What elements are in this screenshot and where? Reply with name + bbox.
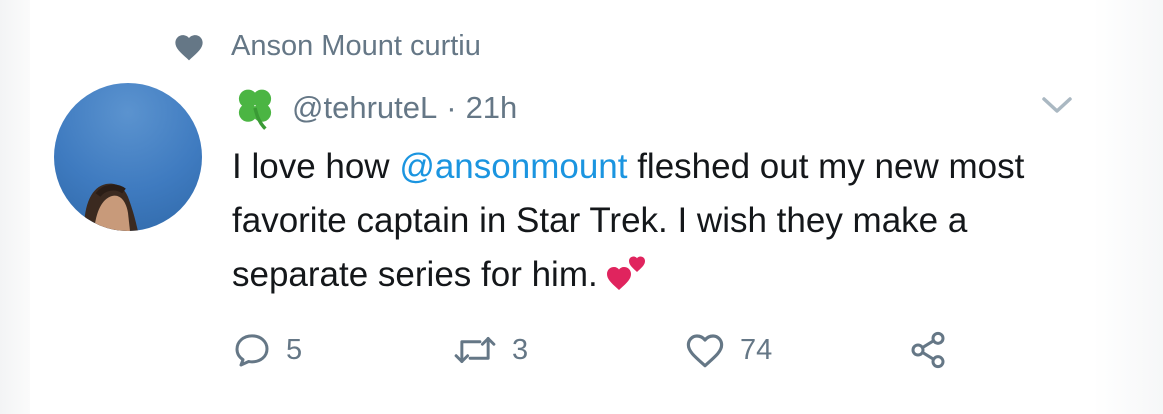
four-leaf-clover-icon bbox=[238, 89, 272, 130]
retweet-icon bbox=[454, 337, 496, 363]
like-heart-icon bbox=[686, 334, 724, 368]
chevron-down-icon[interactable] bbox=[1040, 94, 1074, 116]
author-handle[interactable]: @tehruteL bbox=[292, 90, 437, 126]
share-icon bbox=[911, 331, 945, 369]
share-button[interactable] bbox=[908, 326, 948, 374]
tweet-timestamp[interactable]: 21h bbox=[466, 90, 518, 126]
retweet-count: 3 bbox=[512, 333, 529, 366]
social-context-label: Anson Mount curtiu bbox=[231, 29, 481, 62]
reply-count: 5 bbox=[286, 333, 303, 366]
reply-icon bbox=[235, 334, 269, 367]
tweet-header: @tehruteL · 21h bbox=[232, 84, 517, 132]
two-hearts-emoji bbox=[606, 256, 645, 290]
tweet-text-start: I love how bbox=[232, 147, 400, 186]
tweet-text: I love how @ansonmount fleshed out my ne… bbox=[232, 140, 1092, 302]
background-timeline-right bbox=[1093, 0, 1163, 414]
tweet-actions: 5 3 74 bbox=[232, 326, 992, 374]
social-context: Anson Mount curtiu bbox=[172, 26, 481, 66]
like-button[interactable]: 74 bbox=[684, 326, 772, 374]
reply-button[interactable]: 5 bbox=[232, 326, 302, 374]
retweet-button[interactable]: 3 bbox=[452, 326, 528, 374]
avatar-photo bbox=[84, 183, 138, 231]
separator-dot: · bbox=[446, 90, 457, 125]
mention-link[interactable]: @ansonmount bbox=[399, 147, 627, 186]
avatar[interactable] bbox=[54, 83, 202, 231]
like-count: 74 bbox=[740, 333, 773, 366]
background-timeline-left bbox=[0, 0, 30, 414]
heart-icon bbox=[175, 35, 203, 61]
